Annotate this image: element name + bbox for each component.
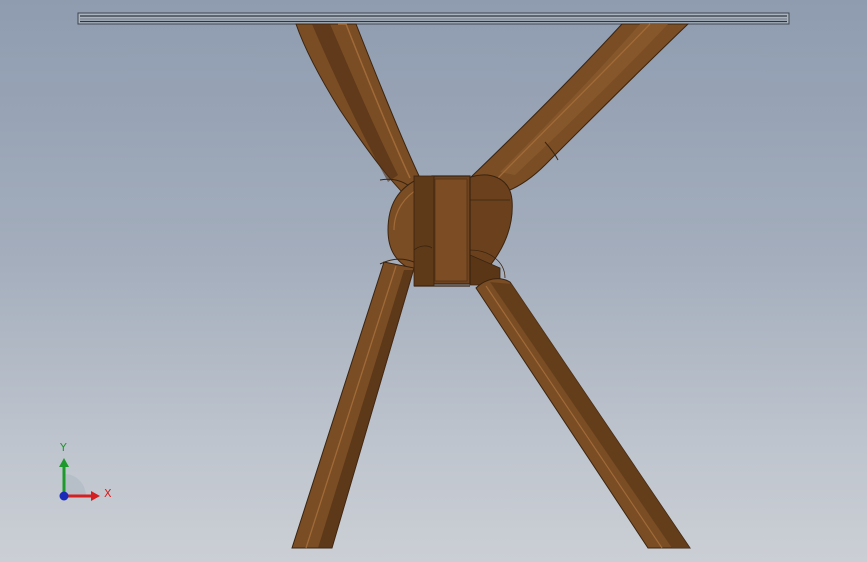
upper-right-leg[interactable]	[469, 23, 690, 196]
lower-right-leg[interactable]	[475, 278, 691, 549]
lower-left-leg[interactable]	[291, 258, 415, 549]
tabletop-edge[interactable]	[77, 12, 790, 25]
model-view[interactable]	[0, 0, 867, 562]
triad-plane-shading	[64, 474, 86, 496]
z-axis-dot	[59, 491, 69, 501]
x-axis-label: X	[104, 487, 112, 500]
graphics-viewport[interactable]: Y X	[0, 0, 867, 562]
y-axis-label: Y	[60, 441, 67, 454]
orientation-triad[interactable]: Y X	[52, 440, 116, 510]
upper-left-leg[interactable]	[295, 23, 421, 196]
x-arrow-head-icon	[91, 491, 100, 501]
y-arrow-head-icon	[59, 458, 69, 467]
